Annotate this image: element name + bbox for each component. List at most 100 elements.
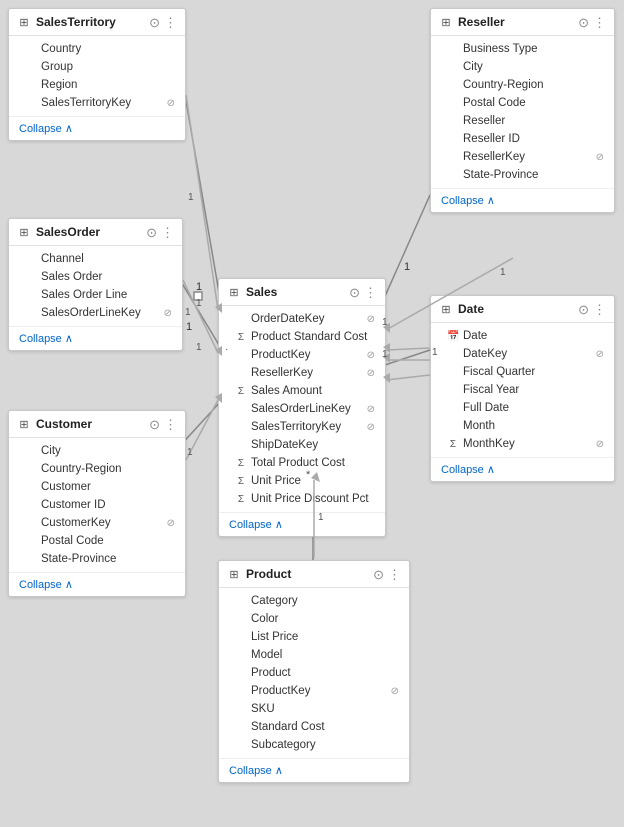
field-shipdatekey: ShipDateKey [219,436,385,454]
table-product: ⊞ Product ⊙ ⋮ Category Color List Price [218,560,410,783]
key-icon: ⊘ [167,98,175,109]
key-icon-mk: ⊘ [596,439,604,450]
salesterritory-more-icon[interactable]: ⋮ [164,16,177,29]
field-cust-customerid: Customer ID [9,496,185,514]
field-res-state: State-Province [431,166,614,184]
field-date-monthkey: Σ MonthKey ⊘ [431,435,614,453]
key-icon-prodk: ⊘ [391,686,399,697]
sales-fields: OrderDateKey ⊘ Σ Product Standard Cost P… [219,306,385,512]
reseller-collapse[interactable]: Collapse ∧ [431,188,614,212]
table-icon-res: ⊞ [439,15,453,29]
product-title: Product [246,567,368,581]
field-prod-subcategory: Subcategory [219,736,409,754]
table-icon-prod: ⊞ [227,567,241,581]
salesorder-eye-icon[interactable]: ⊙ [146,226,157,239]
field-prod-productkey: ProductKey ⊘ [219,682,409,700]
field-date-fulldate: Full Date [431,399,614,417]
table-customer: ⊞ Customer ⊙ ⋮ City Country-Region Custo… [8,410,186,597]
table-icon-cust: ⊞ [17,417,31,431]
field-unitprice: Σ Unit Price [219,472,385,490]
customer-collapse[interactable]: Collapse ∧ [9,572,185,596]
customer-fields: City Country-Region Customer Customer ID… [9,438,185,572]
svg-text:1: 1 [196,298,202,309]
field-cust-city: City [9,442,185,460]
reseller-eye-icon[interactable]: ⊙ [578,16,589,29]
field-prod-sku: SKU [219,700,409,718]
field-totalproductcost: Σ Total Product Cost [219,454,385,472]
salesterritory-fields: Country Group Region SalesTerritoryKey ⊘ [9,36,185,116]
field-cust-postal: Postal Code [9,532,185,550]
field-res-postal: Postal Code [431,94,614,112]
date-collapse[interactable]: Collapse ∧ [431,457,614,481]
field-cust-country: Country-Region [9,460,185,478]
customer-more-icon[interactable]: ⋮ [164,418,177,431]
field-group: Group [9,58,185,76]
reseller-title: Reseller [458,15,573,29]
date-fields: 📅 Date DateKey ⊘ Fiscal Quarter Fiscal Y… [431,323,614,457]
diagram-canvas: 1 1 1 · 1 1 1 * ⊞ SalesTerrit [0,0,624,827]
reseller-more-icon[interactable]: ⋮ [593,16,606,29]
key-icon-sol: ⊘ [164,308,172,319]
field-channel: Channel [9,250,182,268]
product-header: ⊞ Product ⊙ ⋮ [219,561,409,588]
table-reseller: ⊞ Reseller ⊙ ⋮ Business Type City Countr… [430,8,615,213]
field-prod-stdcost: Standard Cost [219,718,409,736]
table-icon-date: ⊞ [439,302,453,316]
salesorder-more-icon[interactable]: ⋮ [161,226,174,239]
field-date-fiscalquarter: Fiscal Quarter [431,363,614,381]
key-icon-dk: ⊘ [596,349,604,360]
svg-text:1: 1 [188,192,194,203]
field-date-date: 📅 Date [431,327,614,345]
field-salesorderlinekey: SalesOrderLineKey ⊘ [219,400,385,418]
svg-text:1: 1 [404,261,410,273]
date-more-icon[interactable]: ⋮ [593,303,606,316]
product-eye-icon[interactable]: ⊙ [373,568,384,581]
product-more-icon[interactable]: ⋮ [388,568,401,581]
field-date-datekey: DateKey ⊘ [431,345,614,363]
svg-text:1: 1 [500,267,506,278]
field-prod-color: Color [219,610,409,628]
product-collapse[interactable]: Collapse ∧ [219,758,409,782]
svg-text:1: 1 [196,342,202,353]
date-header: ⊞ Date ⊙ ⋮ [431,296,614,323]
table-salesterritory: ⊞ SalesTerritory ⊙ ⋮ Country Group Regio… [8,8,186,141]
svg-text:1: 1 [187,447,193,458]
product-fields: Category Color List Price Model Product … [219,588,409,758]
field-region: Region [9,76,185,94]
salesterritory-collapse[interactable]: Collapse ∧ [9,116,185,140]
salesterritory-header: ⊞ SalesTerritory ⊙ ⋮ [9,9,185,36]
sales-collapse[interactable]: Collapse ∧ [219,512,385,536]
field-country: Country [9,40,185,58]
reseller-fields: Business Type City Country-Region Postal… [431,36,614,188]
field-cust-state: State-Province [9,550,185,568]
salesorder-title: SalesOrder [36,225,141,239]
table-icon-sales: ⊞ [227,285,241,299]
field-prod-product: Product [219,664,409,682]
key-icon-resk: ⊘ [596,152,604,163]
field-res-resellerkey: ResellerKey ⊘ [431,148,614,166]
key-icon-pk: ⊘ [367,350,375,361]
key-icon-solk: ⊘ [367,404,375,415]
date-eye-icon[interactable]: ⊙ [578,303,589,316]
field-res-country: Country-Region [431,76,614,94]
salesorder-collapse[interactable]: Collapse ∧ [9,326,182,350]
field-prod-category: Category [219,592,409,610]
salesorder-header: ⊞ SalesOrder ⊙ ⋮ [9,219,182,246]
table-icon-so: ⊞ [17,225,31,239]
sales-eye-icon[interactable]: ⊙ [349,286,360,299]
sales-header: ⊞ Sales ⊙ ⋮ [219,279,385,306]
svg-text:1: 1 [186,321,192,333]
field-salesorderlinekey: SalesOrderLineKey ⊘ [9,304,182,322]
sales-more-icon[interactable]: ⋮ [364,286,377,299]
customer-eye-icon[interactable]: ⊙ [149,418,160,431]
table-icon: ⊞ [17,15,31,29]
field-res-biztype: Business Type [431,40,614,58]
reseller-header: ⊞ Reseller ⊙ ⋮ [431,9,614,36]
field-res-resellerid: Reseller ID [431,130,614,148]
customer-title: Customer [36,417,144,431]
salesterritory-eye-icon[interactable]: ⊙ [149,16,160,29]
field-salesterritorykey: SalesTerritoryKey ⊘ [219,418,385,436]
field-productkey: ProductKey ⊘ [219,346,385,364]
key-icon-rk: ⊘ [367,368,375,379]
field-productstdcost: Σ Product Standard Cost [219,328,385,346]
